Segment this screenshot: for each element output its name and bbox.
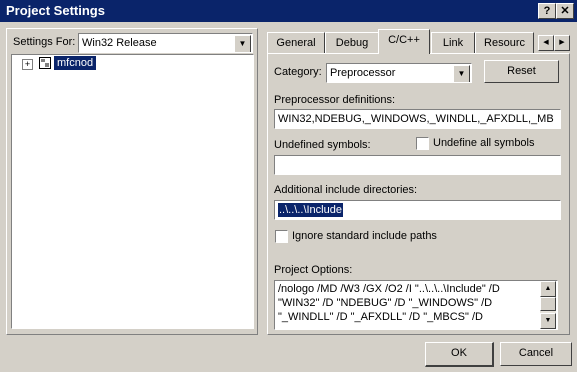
tree-expander[interactable]: +: [22, 59, 33, 70]
tab-cpp[interactable]: C/C++: [378, 29, 430, 54]
include-directories-input[interactable]: ..\..\..\Include: [274, 200, 561, 220]
options-line: "_WINDLL" /D "_AFXDLL" /D "_MBCS" /D: [278, 311, 483, 323]
tab-debug[interactable]: Debug: [325, 32, 379, 53]
help-button[interactable]: ?: [538, 3, 556, 19]
tab-resources[interactable]: Resourc: [475, 32, 534, 53]
options-line: "WIN32" /D "NDEBUG" /D "_WINDOWS" /D: [278, 297, 493, 309]
tab-general[interactable]: General: [267, 32, 325, 53]
cancel-button[interactable]: Cancel: [500, 342, 572, 366]
scroll-up-icon[interactable]: ▲: [540, 281, 556, 297]
settings-for-label: Settings For:: [13, 36, 76, 48]
undefined-symbols-input[interactable]: [274, 155, 561, 175]
project-tree[interactable]: + mfcnod: [11, 54, 254, 329]
reset-button[interactable]: Reset: [484, 60, 559, 83]
category-combo[interactable]: Preprocessor ▼: [326, 63, 472, 83]
config-value: Win32 Release: [82, 37, 157, 49]
title-bar: Project Settings ? ✕: [0, 0, 577, 22]
tab-link[interactable]: Link: [431, 32, 475, 53]
ignore-standard-paths-checkbox[interactable]: [275, 230, 288, 243]
close-button[interactable]: ✕: [556, 3, 574, 19]
scroll-thumb[interactable]: [540, 297, 556, 311]
chevron-down-icon[interactable]: ▼: [234, 35, 251, 52]
tab-scroll-left-icon[interactable]: ◀: [538, 35, 554, 51]
undefine-all-checkbox[interactable]: [416, 137, 429, 150]
config-combo[interactable]: Win32 Release ▼: [78, 33, 253, 53]
category-label: Category:: [274, 66, 322, 78]
window-title: Project Settings: [6, 3, 105, 18]
options-line: /nologo /MD /W3 /GX /O2 /I "..\..\..\Inc…: [278, 283, 500, 295]
include-directories-value: ..\..\..\Include: [278, 203, 343, 217]
undefine-all-label: Undefine all symbols: [433, 137, 535, 149]
chevron-down-icon[interactable]: ▼: [453, 65, 470, 82]
project-icon: [39, 57, 51, 69]
tree-item-mfcnod[interactable]: mfcnod: [54, 56, 97, 70]
project-options-label: Project Options:: [274, 264, 353, 276]
options-scrollbar[interactable]: ▲ ▼: [540, 281, 556, 329]
category-value: Preprocessor: [330, 67, 396, 79]
ignore-standard-paths-label: Ignore standard include paths: [292, 230, 437, 242]
project-options-textarea[interactable]: /nologo /MD /W3 /GX /O2 /I "..\..\..\Inc…: [274, 280, 558, 330]
ok-button[interactable]: OK: [425, 342, 494, 367]
include-directories-label: Additional include directories:: [274, 184, 418, 196]
preprocessor-definitions-input[interactable]: WIN32,NDEBUG,_WINDOWS,_WINDLL,_AFXDLL,_M…: [274, 109, 561, 129]
undefined-symbols-label: Undefined symbols:: [274, 139, 371, 151]
scroll-down-icon[interactable]: ▼: [540, 313, 556, 329]
preprocessor-definitions-label: Preprocessor definitions:: [274, 94, 396, 106]
tab-scroll-right-icon[interactable]: ▶: [554, 35, 570, 51]
